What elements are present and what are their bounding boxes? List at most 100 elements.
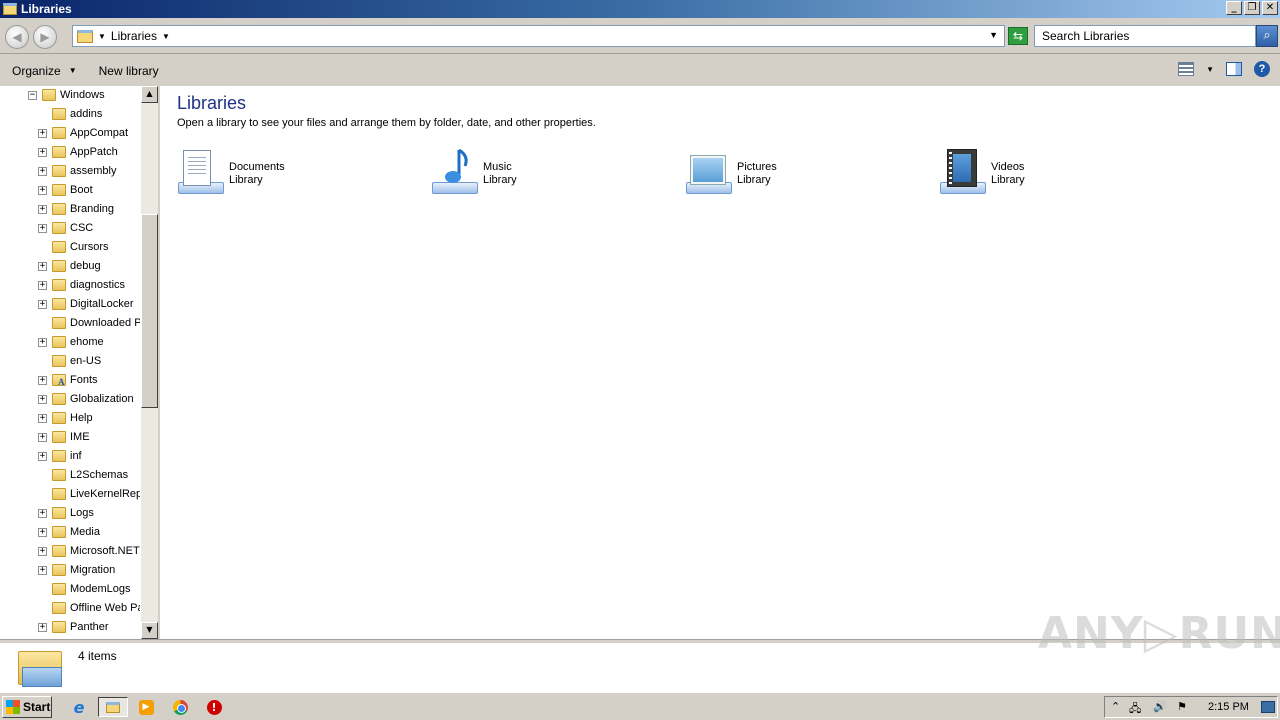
tree-item[interactable]: + ehome [0, 333, 140, 352]
tree-item[interactable]: + Globalization [0, 390, 140, 409]
breadcrumb-libraries[interactable]: Libraries [111, 29, 157, 43]
tree-item-windows[interactable]: − Windows [0, 86, 140, 105]
stop-icon[interactable]: ! [203, 697, 225, 717]
volume-icon[interactable]: 🔊 [1153, 700, 1167, 713]
organize-button[interactable]: Organize ▼ [6, 64, 83, 78]
expand-icon[interactable]: + [38, 186, 47, 195]
tree-item[interactable]: + debug [0, 257, 140, 276]
breadcrumb-chevron-icon[interactable]: ▼ [162, 32, 170, 41]
tree-item[interactable]: + Migration [0, 561, 140, 580]
expand-icon[interactable]: + [38, 395, 47, 404]
folder-icon [52, 355, 66, 367]
tree-item-label: Offline Web Pa [70, 602, 140, 614]
start-button[interactable]: Start [2, 696, 52, 718]
windows-explorer-icon[interactable] [98, 697, 128, 717]
expand-icon[interactable]: + [38, 547, 47, 556]
scrollbar-thumb[interactable] [141, 214, 158, 408]
tree-item-label: Migration [70, 564, 116, 576]
library-videos[interactable]: Videos Library [939, 148, 1139, 198]
tree-item[interactable]: + Media [0, 523, 140, 542]
tree-item[interactable]: ModemLogs [0, 580, 140, 599]
refresh-button[interactable]: ⇆ [1008, 27, 1028, 45]
tree-item[interactable]: + AppCompat [0, 124, 140, 143]
navigation-scrollbar[interactable]: ▲ ▼ [141, 86, 158, 639]
collapse-icon[interactable]: − [28, 91, 37, 100]
tree-item[interactable]: + CSC [0, 219, 140, 238]
search-button[interactable]: ⌕ [1256, 25, 1278, 47]
expand-icon[interactable]: + [38, 281, 47, 290]
tree-item-label: Logs [70, 507, 94, 519]
tree-item[interactable]: + inf [0, 447, 140, 466]
expand-icon[interactable]: + [38, 376, 47, 385]
expand-icon[interactable]: + [38, 433, 47, 442]
library-documents[interactable]: Documents Library [177, 148, 377, 198]
tree-item-label: Panther [70, 621, 109, 633]
search-input[interactable]: Search Libraries [1034, 25, 1256, 47]
address-bar[interactable]: ▼ Libraries ▼ ▼ [72, 25, 1005, 47]
tree-item[interactable]: Cursors [0, 238, 140, 257]
tree-item[interactable]: Downloaded Pr [0, 314, 140, 333]
library-pictures[interactable]: Pictures Library [685, 148, 885, 198]
tree-item[interactable]: + Branding [0, 200, 140, 219]
expand-icon[interactable]: + [38, 414, 47, 423]
back-button[interactable]: ◀ [5, 25, 29, 49]
restore-button[interactable]: ❐ [1244, 1, 1260, 15]
tree-item[interactable]: + diagnostics [0, 276, 140, 295]
view-options-dropdown-icon[interactable]: ▼ [1206, 65, 1214, 74]
tree-item[interactable]: + Boot [0, 181, 140, 200]
navigation-pane[interactable]: − Windows addins + AppCompat + AppPatch + asse… [0, 86, 158, 639]
help-icon[interactable]: ? [1254, 61, 1270, 77]
breadcrumb-chevron-icon[interactable]: ▼ [98, 32, 106, 41]
new-library-button[interactable]: New library [93, 64, 165, 78]
internet-explorer-icon[interactable]: e [68, 697, 90, 717]
tree-item[interactable]: + DigitalLocker [0, 295, 140, 314]
tree-item[interactable]: Offline Web Pa [0, 599, 140, 618]
content-pane: Libraries Open a library to see your fil… [160, 86, 1280, 639]
address-history-dropdown-icon[interactable]: ▼ [989, 30, 998, 40]
clock[interactable]: 2:15 PM [1208, 701, 1249, 713]
expand-icon[interactable]: + [38, 509, 47, 518]
expand-icon[interactable]: + [38, 338, 47, 347]
tree-item[interactable]: + IME [0, 428, 140, 447]
media-player-icon[interactable]: ▶ [135, 697, 157, 717]
expand-icon[interactable]: + [38, 205, 47, 214]
expand-icon[interactable]: + [38, 528, 47, 537]
expand-icon[interactable]: + [38, 262, 47, 271]
tree-item[interactable]: + assembly [0, 162, 140, 181]
expand-icon[interactable]: + [38, 566, 47, 575]
close-button[interactable]: ✕ [1262, 1, 1278, 15]
tree-item-label: Microsoft.NET [70, 545, 140, 557]
show-desktop-icon[interactable] [1261, 701, 1275, 713]
tree-item[interactable]: en-US [0, 352, 140, 371]
start-label: Start [23, 700, 51, 714]
expand-icon[interactable]: + [38, 148, 47, 157]
show-hidden-icons-icon[interactable]: ⌃ [1111, 700, 1120, 713]
tree-item[interactable]: + Panther [0, 618, 140, 637]
network-icon[interactable]: 🖧 [1129, 700, 1141, 719]
expand-icon[interactable]: + [38, 300, 47, 309]
change-view-icon[interactable] [1178, 62, 1195, 76]
tree-item[interactable]: + Logs [0, 504, 140, 523]
scroll-down-icon[interactable]: ▼ [141, 622, 158, 639]
minimize-button[interactable]: _ [1226, 1, 1242, 15]
preview-pane-icon[interactable] [1226, 62, 1242, 76]
expand-icon[interactable]: + [38, 167, 47, 176]
action-center-flag-icon[interactable]: ⚑ [1177, 700, 1187, 713]
expand-icon[interactable]: + [38, 623, 47, 632]
tree-item[interactable]: + Microsoft.NET [0, 542, 140, 561]
tree-item[interactable]: + Help [0, 409, 140, 428]
scroll-up-icon[interactable]: ▲ [141, 86, 158, 103]
tree-item[interactable]: + A Fonts [0, 371, 140, 390]
tree-item[interactable]: L2Schemas [0, 466, 140, 485]
library-music[interactable]: Music Library [431, 148, 631, 198]
chrome-icon[interactable] [169, 697, 191, 717]
forward-button[interactable]: ▶ [33, 25, 57, 49]
expand-icon[interactable]: + [38, 452, 47, 461]
tree-item[interactable]: LiveKernelRepo [0, 485, 140, 504]
expand-icon[interactable]: + [38, 224, 47, 233]
expand-icon[interactable]: + [38, 129, 47, 138]
tree-item-label: Help [70, 412, 93, 424]
tree-item[interactable]: + AppPatch [0, 143, 140, 162]
tree-item[interactable]: addins [0, 105, 140, 124]
tree-item-label: CSC [70, 222, 94, 234]
